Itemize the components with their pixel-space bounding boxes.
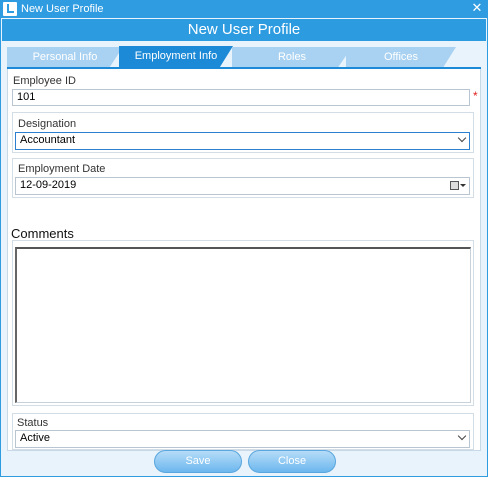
- tab-roles[interactable]: Roles: [232, 47, 352, 68]
- status-select[interactable]: Active: [15, 430, 470, 448]
- employee-id-label: Employee ID: [13, 75, 76, 87]
- tab-content-panel: Employee ID 101 * Designation Accountant…: [7, 69, 481, 451]
- comments-group: [12, 240, 474, 406]
- calendar-icon[interactable]: [450, 181, 459, 190]
- chevron-down-icon: [457, 133, 467, 143]
- status-label: Status: [17, 417, 49, 429]
- tab-bar: Personal Info Employment Info Roles Offi…: [7, 46, 481, 68]
- required-marker: *: [473, 89, 478, 103]
- close-icon[interactable]: ✕: [470, 1, 484, 15]
- designation-value: Accountant: [20, 134, 76, 146]
- employment-date-picker[interactable]: 12-09-2019: [15, 177, 470, 195]
- employment-date-label: Employment Date: [18, 163, 106, 175]
- designation-group: Designation Accountant: [12, 112, 474, 153]
- employee-id-field[interactable]: 101: [12, 89, 470, 106]
- employment-date-value: 12-09-2019: [20, 179, 77, 191]
- designation-label: Designation: [18, 118, 77, 130]
- employment-date-group: Employment Date 12-09-2019: [12, 158, 474, 198]
- tab-personal-info[interactable]: Personal Info: [7, 47, 123, 68]
- page-title: New User Profile: [2, 19, 486, 41]
- tab-offices[interactable]: Offices: [346, 47, 456, 68]
- window-title: New User Profile: [21, 3, 104, 15]
- comments-label: Comments: [11, 226, 74, 241]
- dialog-window: New User Profile Personal Info Employmen…: [0, 18, 488, 477]
- status-value: Active: [20, 432, 50, 444]
- window-titlebar: New User Profile ✕: [0, 0, 488, 18]
- save-button[interactable]: Save: [154, 450, 242, 473]
- dropdown-arrow-icon[interactable]: [460, 184, 466, 187]
- comments-textarea[interactable]: [15, 247, 471, 403]
- close-button[interactable]: Close: [248, 450, 336, 473]
- status-group: Status Active: [12, 413, 474, 450]
- chevron-down-icon: [457, 431, 467, 441]
- designation-select[interactable]: Accountant: [15, 132, 470, 150]
- app-logo-icon: [3, 2, 17, 16]
- tab-employment-info[interactable]: Employment Info: [119, 46, 233, 68]
